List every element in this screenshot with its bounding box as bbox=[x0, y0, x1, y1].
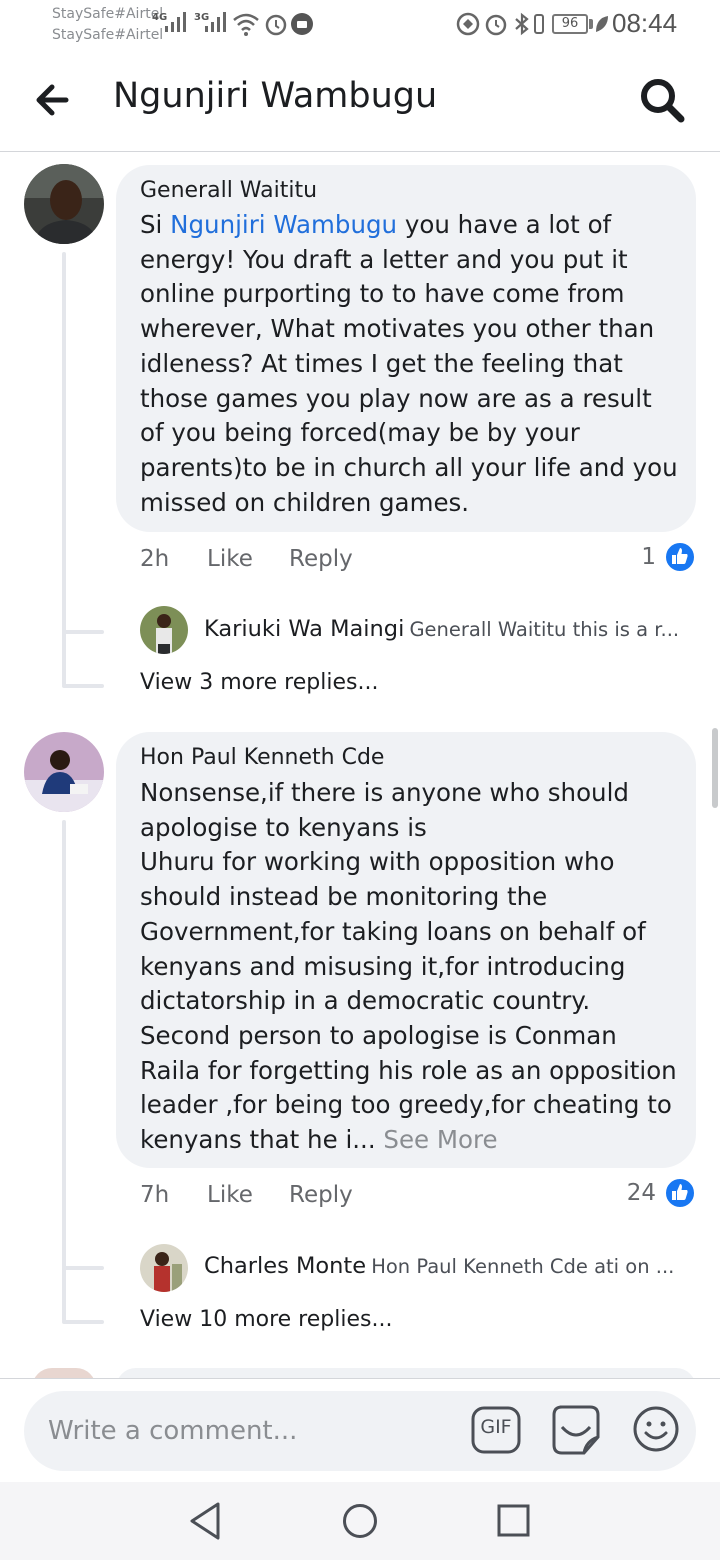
avatar-image bbox=[140, 606, 188, 654]
leaf-icon bbox=[596, 16, 608, 32]
page-title: Ngunjiri Wambugu bbox=[113, 76, 438, 116]
avatar-image bbox=[140, 1244, 188, 1292]
like-reaction-badge[interactable] bbox=[664, 541, 696, 573]
emoji-icon bbox=[633, 1406, 679, 1452]
back-button[interactable] bbox=[30, 78, 80, 122]
comment-text-body: you have a lot of energy! You draft a le… bbox=[140, 210, 678, 517]
system-nav-bar bbox=[0, 1482, 720, 1560]
comment-text: Si Ngunjiri Wambugu you have a lot of en… bbox=[140, 208, 680, 520]
clock: 08:44 bbox=[612, 8, 678, 38]
view-more-replies[interactable]: View 10 more replies... bbox=[140, 1307, 392, 1332]
arrow-left-icon bbox=[36, 84, 69, 116]
comment-timestamp: 2h bbox=[140, 546, 170, 572]
battery-tip bbox=[589, 19, 593, 29]
nfc-icon bbox=[456, 12, 480, 36]
thread-connector bbox=[62, 684, 104, 688]
gif-label: GIF bbox=[480, 1416, 512, 1438]
like-button[interactable]: Like bbox=[207, 1182, 253, 1208]
reply-preview[interactable]: Kariuki Wa Maingi Generall Waititu this … bbox=[204, 616, 720, 642]
comment-paragraph: Second person to apologise is Conman Rai… bbox=[140, 1019, 680, 1158]
nav-back-button[interactable] bbox=[186, 1500, 226, 1546]
thread-connector bbox=[62, 630, 104, 634]
reply-avatar[interactable] bbox=[140, 606, 188, 654]
mention-link[interactable]: Ngunjiri Wambugu bbox=[170, 210, 397, 239]
app-bar: Ngunjiri Wambugu bbox=[0, 48, 720, 152]
thread-line bbox=[62, 820, 66, 1322]
reply-button[interactable]: Reply bbox=[289, 546, 353, 572]
avatar[interactable] bbox=[24, 164, 104, 244]
bluetooth-icon bbox=[515, 12, 529, 36]
like-reaction-badge[interactable] bbox=[664, 1177, 696, 1209]
signal-icon bbox=[205, 12, 226, 32]
comment-bubble: Generall Waititu Si Ngunjiri Wambugu you… bbox=[116, 165, 696, 532]
search-button[interactable] bbox=[636, 74, 690, 128]
wifi-icon bbox=[233, 13, 259, 36]
reply-snippet: Generall Waititu this is a r... bbox=[409, 618, 680, 641]
avatar[interactable] bbox=[24, 732, 104, 812]
alarm-icon bbox=[485, 14, 507, 36]
status-bar: StaySafe#Airtel StaySafe#Airtel 4G 3G 96… bbox=[0, 0, 720, 48]
like-button[interactable]: Like bbox=[207, 546, 253, 572]
avatar-image bbox=[24, 732, 104, 812]
search-icon bbox=[641, 79, 685, 123]
comment-paragraph: Nonsense,if there is anyone who should a… bbox=[140, 778, 629, 842]
sticker-button[interactable] bbox=[550, 1403, 602, 1457]
carrier-label-1: StaySafe#Airtel bbox=[52, 6, 164, 22]
nav-recents-button[interactable] bbox=[494, 1500, 534, 1546]
comment-timestamp: 7h bbox=[140, 1182, 170, 1208]
carrier-label-2: StaySafe#Airtel bbox=[52, 27, 164, 43]
comment-composer: GIF bbox=[0, 1378, 720, 1482]
reply-avatar[interactable] bbox=[140, 1244, 188, 1292]
comment-bubble: Hon Paul Kenneth Cde Nonsense,if there i… bbox=[116, 732, 696, 1168]
reply-author[interactable]: Kariuki Wa Maingi bbox=[204, 616, 404, 642]
data-saver-icon bbox=[265, 14, 287, 36]
avatar-image bbox=[24, 164, 104, 244]
thread-connector bbox=[62, 1266, 104, 1270]
comment-paragraph: Uhuru for working with opposition who sh… bbox=[140, 847, 646, 1016]
nav-back-icon bbox=[190, 1502, 220, 1540]
comment-text-prefix: Si bbox=[140, 210, 171, 239]
thumbs-up-icon bbox=[672, 1184, 688, 1200]
reply-preview[interactable]: Charles Monte Hon Paul Kenneth Cde ati o… bbox=[204, 1253, 720, 1279]
nav-recents-icon bbox=[497, 1504, 530, 1537]
thumbs-up-icon bbox=[672, 548, 688, 564]
scrollbar[interactable] bbox=[712, 728, 718, 808]
see-more-link[interactable]: See More bbox=[376, 1125, 497, 1154]
reply-button[interactable]: Reply bbox=[289, 1182, 353, 1208]
vibrate-icon bbox=[534, 14, 544, 34]
reaction-count[interactable]: 1 bbox=[596, 544, 656, 570]
comment-author[interactable]: Hon Paul Kenneth Cde bbox=[140, 745, 384, 770]
sticker-icon bbox=[552, 1405, 600, 1455]
comment-author[interactable]: Generall Waititu bbox=[140, 178, 317, 203]
emoji-button[interactable] bbox=[632, 1405, 680, 1453]
battery-indicator: 96 bbox=[552, 14, 588, 34]
thread-connector bbox=[62, 1320, 104, 1324]
nav-home-icon bbox=[343, 1504, 377, 1538]
notification-icon bbox=[291, 13, 313, 35]
comment-text: Nonsense,if there is anyone who should a… bbox=[140, 776, 680, 1158]
reply-author[interactable]: Charles Monte bbox=[204, 1253, 366, 1279]
thread-line bbox=[62, 252, 66, 686]
nav-home-button[interactable] bbox=[340, 1500, 380, 1546]
reply-snippet: Hon Paul Kenneth Cde ati on ... bbox=[371, 1255, 675, 1278]
gif-button[interactable]: GIF bbox=[470, 1405, 522, 1455]
reaction-count[interactable]: 24 bbox=[596, 1180, 656, 1206]
view-more-replies[interactable]: View 3 more replies... bbox=[140, 670, 378, 695]
signal-icon bbox=[165, 12, 186, 32]
